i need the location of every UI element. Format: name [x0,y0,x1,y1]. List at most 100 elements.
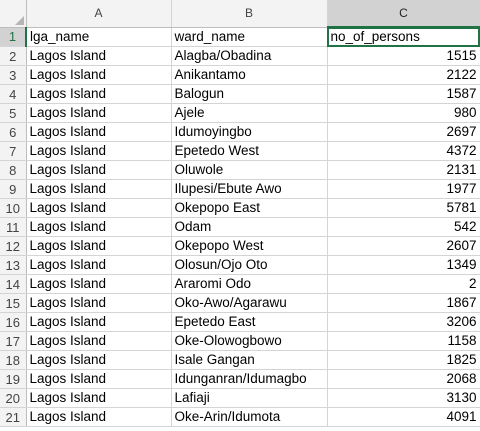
cell-no-of-persons[interactable]: 1977 [327,179,480,199]
row-header[interactable]: 6 [0,122,27,142]
row-header[interactable]: 15 [0,293,27,313]
cell-lga-name[interactable]: Lagos Island [26,236,172,256]
cell-lga-name[interactable]: Lagos Island [26,160,172,180]
cell-ward-name[interactable]: Lafiaji [171,388,328,408]
cell-ward-name[interactable]: Oke-Olowogbowo [171,331,328,351]
row-header[interactable]: 8 [0,160,27,180]
cell-ward-name[interactable]: Oko-Awo/Agarawu [171,293,328,313]
row-header[interactable]: 11 [0,217,27,237]
cell-lga-name[interactable]: Lagos Island [26,293,172,313]
row-header[interactable]: 19 [0,369,27,389]
cell-no-of-persons[interactable]: 1825 [327,350,480,370]
cell-lga-name[interactable]: Lagos Island [26,103,172,123]
cell-ward-name[interactable]: Oke-Arin/Idumota [171,407,328,427]
row-header[interactable]: 3 [0,65,27,85]
cell-lga-name[interactable]: Lagos Island [26,407,172,427]
cell-no-of-persons[interactable]: 1867 [327,293,480,313]
row-header[interactable]: 10 [0,198,27,218]
cell-ward-name[interactable]: Ilupesi/Ebute Awo [171,179,328,199]
table-row: 1 lga_name ward_name no_of_persons [0,27,480,47]
cell-ward-name[interactable]: Alagba/Obadina [171,46,328,66]
cell-no-of-persons[interactable]: 4372 [327,141,480,161]
cell-no-of-persons[interactable]: 2122 [327,65,480,85]
row-header[interactable]: 4 [0,84,27,104]
cell-lga-name[interactable]: Lagos Island [26,331,172,351]
row-header[interactable]: 2 [0,46,27,66]
cell-no-of-persons[interactable]: 542 [327,217,480,237]
column-header-a[interactable]: A [26,0,172,28]
cell-ward-name[interactable]: Oluwole [171,160,328,180]
cell-ward-name[interactable]: Idumoyingbo [171,122,328,142]
spreadsheet-grid: A B C 1 lga_name ward_name no_of_persons… [0,0,480,431]
cell-lga-name[interactable]: Lagos Island [26,217,172,237]
cell-lga-name[interactable]: Lagos Island [26,141,172,161]
cell-no-of-persons[interactable]: 2131 [327,160,480,180]
cell-b1[interactable]: ward_name [171,27,328,47]
cell-lga-name[interactable]: Lagos Island [26,122,172,142]
cell-ward-name[interactable]: Olosun/Ojo Oto [171,255,328,275]
row-header[interactable]: 5 [0,103,27,123]
row-header[interactable]: 20 [0,388,27,408]
cell-ward-name[interactable]: Okepopo West [171,236,328,256]
row-header[interactable]: 1 [0,27,27,47]
row-header[interactable]: 14 [0,274,27,294]
cell-no-of-persons[interactable]: 980 [327,103,480,123]
table-row: 7 Lagos Island Epetedo West 4372 [0,141,480,161]
cell-lga-name[interactable]: Lagos Island [26,46,172,66]
table-row: 8 Lagos Island Oluwole 2131 [0,160,480,180]
cell-lga-name[interactable]: Lagos Island [26,84,172,104]
cell-lga-name[interactable]: Lagos Island [26,369,172,389]
cell-lga-name[interactable]: Lagos Island [26,179,172,199]
cell-lga-name[interactable]: Lagos Island [26,274,172,294]
cell-lga-name[interactable]: Lagos Island [26,255,172,275]
cell-lga-name[interactable]: Lagos Island [26,312,172,332]
cell-ward-name[interactable]: Araromi Odo [171,274,328,294]
cell-no-of-persons[interactable]: 5781 [327,198,480,218]
cell-ward-name[interactable]: Anikantamo [171,65,328,85]
cell-no-of-persons[interactable]: 3130 [327,388,480,408]
column-header-c[interactable]: C [327,0,480,28]
table-row: 6 Lagos Island Idumoyingbo 2697 [0,122,480,142]
table-row: 3 Lagos Island Anikantamo 2122 [0,65,480,85]
table-row: 4 Lagos Island Balogun 1587 [0,84,480,104]
cell-lga-name[interactable]: Lagos Island [26,65,172,85]
row-header[interactable]: 7 [0,141,27,161]
row-header[interactable]: 21 [0,407,27,427]
row-header[interactable]: 13 [0,255,27,275]
cell-ward-name[interactable]: Idunganran/Idumagbo [171,369,328,389]
cell-a1[interactable]: lga_name [26,27,172,47]
cell-ward-name[interactable]: Odam [171,217,328,237]
row-header[interactable]: 16 [0,312,27,332]
cell-no-of-persons[interactable]: 1515 [327,46,480,66]
cell-ward-name[interactable]: Okepopo East [171,198,328,218]
cell-ward-name[interactable]: Ajele [171,103,328,123]
cell-ward-name[interactable]: Balogun [171,84,328,104]
cell-no-of-persons[interactable]: 2068 [327,369,480,389]
row-header[interactable]: 17 [0,331,27,351]
cell-ward-name[interactable]: Isale Gangan [171,350,328,370]
cell-no-of-persons[interactable]: 4091 [327,407,480,427]
cell-no-of-persons[interactable]: 2697 [327,122,480,142]
cell-ward-name[interactable]: Epetedo West [171,141,328,161]
cell-lga-name[interactable]: Lagos Island [26,198,172,218]
select-all-button[interactable] [0,0,27,28]
cell-no-of-persons[interactable]: 1587 [327,84,480,104]
table-row: 15 Lagos Island Oko-Awo/Agarawu 1867 [0,293,480,313]
cell-lga-name[interactable]: Lagos Island [26,350,172,370]
cell-no-of-persons[interactable]: 1349 [327,255,480,275]
row-header[interactable]: 9 [0,179,27,199]
cell-c1[interactable]: no_of_persons [327,27,480,47]
cell-no-of-persons[interactable]: 1158 [327,331,480,351]
column-header-b[interactable]: B [171,0,328,28]
cell-ward-name[interactable]: Epetedo East [171,312,328,332]
table-row: 18 Lagos Island Isale Gangan 1825 [0,350,480,370]
table-row: 21 Lagos Island Oke-Arin/Idumota 4091 [0,407,480,427]
row-header[interactable]: 12 [0,236,27,256]
row-header[interactable]: 18 [0,350,27,370]
cell-no-of-persons[interactable]: 2 [327,274,480,294]
table-row: 13 Lagos Island Olosun/Ojo Oto 1349 [0,255,480,275]
cell-no-of-persons[interactable]: 3206 [327,312,480,332]
cell-no-of-persons[interactable]: 2607 [327,236,480,256]
cell-lga-name[interactable]: Lagos Island [26,388,172,408]
table-row: 20 Lagos Island Lafiaji 3130 [0,388,480,408]
